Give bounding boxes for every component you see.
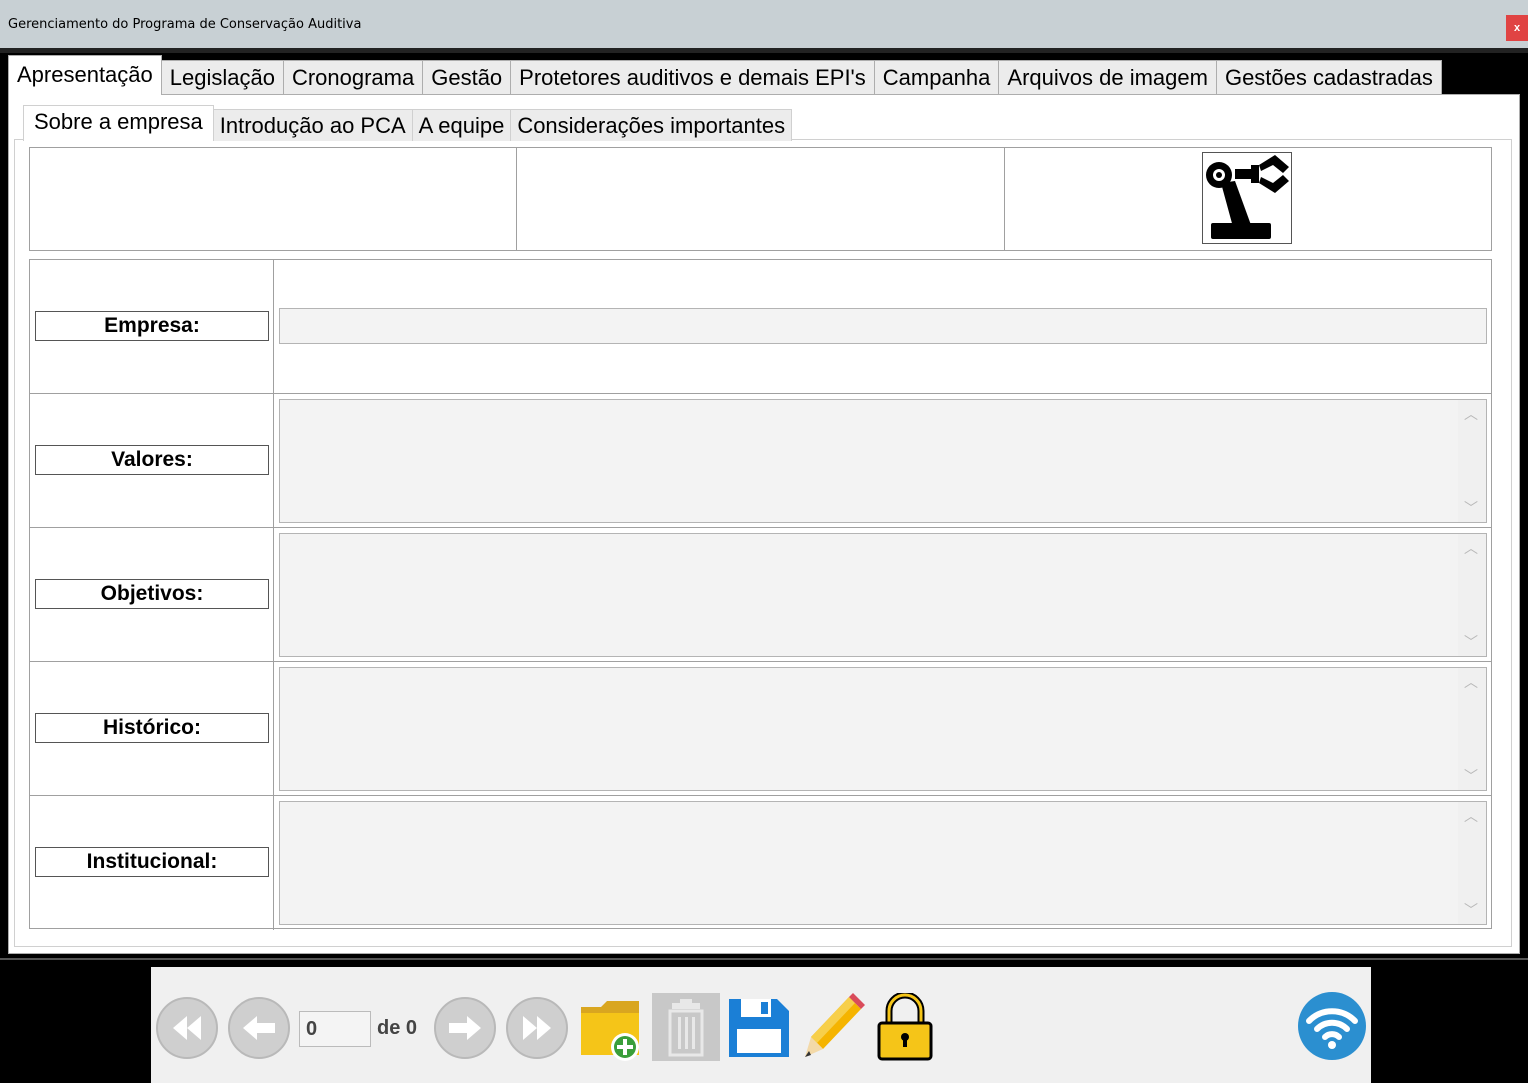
historico-label: Histórico: [35, 713, 269, 743]
tab-campanha[interactable]: Campanha [873, 60, 1000, 95]
valores-label: Valores: [35, 445, 269, 475]
objetivos-scrollbar[interactable]: ︿ ﹀ [1458, 534, 1486, 656]
bottom-separator [0, 955, 1528, 965]
tab-cronograma[interactable]: Cronograma [282, 60, 424, 95]
scroll-up-icon[interactable]: ︿ [1464, 404, 1478, 424]
label-cell-historico: Histórico: [30, 662, 274, 795]
header-cell-middle [517, 148, 1005, 250]
tab-arquivos-de-imagem[interactable]: Arquivos de imagem [998, 60, 1217, 95]
next-record-button[interactable] [433, 996, 497, 1060]
next-record-icon [434, 997, 496, 1059]
record-count-label: de 0 [377, 1017, 418, 1039]
tab-legislacao[interactable]: Legislação [160, 60, 284, 95]
scroll-down-icon[interactable]: ﹀ [1464, 498, 1478, 518]
historico-textarea[interactable]: ︿ ﹀ [279, 667, 1487, 791]
form-row-valores: Valores: ︿ ﹀ [30, 394, 1491, 528]
scroll-up-icon[interactable]: ︿ [1464, 672, 1478, 692]
save-icon [729, 999, 789, 1057]
first-record-icon [156, 997, 218, 1059]
scroll-up-icon[interactable]: ︿ [1464, 806, 1478, 826]
last-record-button[interactable] [505, 996, 569, 1060]
connection-button[interactable] [1297, 991, 1367, 1066]
main-tab-strip: Apresentação Legislação Cronograma Gestã… [8, 55, 1442, 95]
form-row-institucional: Institucional: ︿ ﹀ [30, 796, 1491, 930]
main-panel: Sobre a empresa Introdução ao PCA A equi… [8, 94, 1520, 954]
tab-a-equipe[interactable]: A equipe [411, 109, 512, 141]
scroll-down-icon[interactable]: ﹀ [1464, 632, 1478, 652]
bottom-separator-line [0, 958, 1528, 960]
title-separator [0, 48, 1528, 53]
sub-tab-strip: Sobre a empresa Introdução ao PCA A equi… [23, 105, 793, 141]
empresa-label: Empresa: [35, 311, 269, 341]
objetivos-label: Objetivos: [35, 579, 269, 609]
save-record-button[interactable] [725, 993, 793, 1066]
header-cell-right [1005, 148, 1491, 250]
empresa-field[interactable] [279, 308, 1487, 344]
tab-apresentacao[interactable]: Apresentação [8, 55, 162, 95]
tab-protetores-auditivos[interactable]: Protetores auditivos e demais EPI's [510, 60, 875, 95]
label-cell-valores: Valores: [30, 394, 274, 527]
edit-record-button[interactable] [801, 993, 865, 1068]
historico-scrollbar[interactable]: ︿ ﹀ [1458, 668, 1486, 790]
record-index-field[interactable]: 0 [299, 1011, 371, 1047]
new-record-button[interactable] [577, 993, 645, 1068]
header-cell-left [30, 148, 518, 250]
record-toolbar: 0 de 0 [151, 967, 1371, 1083]
company-form: Empresa: Valores: ︿ ﹀ Objetivos: ︿ ﹀ His… [29, 259, 1492, 930]
form-row-historico: Histórico: ︿ ﹀ [30, 662, 1491, 796]
tab-sobre-a-empresa[interactable]: Sobre a empresa [23, 105, 214, 141]
previous-record-icon [228, 997, 290, 1059]
lock-button[interactable] [873, 991, 937, 1068]
tab-gestao[interactable]: Gestão [422, 60, 512, 95]
header-table [29, 147, 1492, 251]
institucional-label: Institucional: [35, 847, 269, 877]
scroll-down-icon[interactable]: ﹀ [1464, 766, 1478, 786]
first-record-button[interactable] [155, 996, 219, 1060]
close-button[interactable]: x [1506, 15, 1528, 41]
window-title: Gerenciamento do Programa de Conservação… [8, 17, 362, 32]
last-record-icon [506, 997, 568, 1059]
institucional-scrollbar[interactable]: ︿ ﹀ [1458, 802, 1486, 924]
trash-icon [668, 999, 704, 1057]
delete-record-button[interactable] [652, 993, 720, 1061]
form-row-objetivos: Objetivos: ︿ ﹀ [30, 528, 1491, 662]
label-cell-objetivos: Objetivos: [30, 528, 274, 661]
tab-introducao-ao-pca[interactable]: Introdução ao PCA [212, 109, 413, 141]
form-row-empresa: Empresa: [30, 260, 1491, 394]
label-cell-empresa: Empresa: [30, 260, 274, 393]
robot-arm-icon[interactable] [1201, 152, 1292, 244]
scroll-down-icon[interactable]: ﹀ [1464, 900, 1478, 920]
label-cell-institucional: Institucional: [30, 796, 274, 930]
wifi-icon [1298, 992, 1366, 1060]
tab-gestoes-cadastradas[interactable]: Gestões cadastradas [1215, 60, 1442, 95]
tab-consideracoes-importantes[interactable]: Considerações importantes [510, 109, 793, 141]
pencil-icon [805, 993, 865, 1057]
institucional-textarea[interactable]: ︿ ﹀ [279, 801, 1487, 925]
title-bar: Gerenciamento do Programa de Conservação… [0, 0, 1528, 48]
previous-record-button[interactable] [227, 996, 291, 1060]
lock-icon [877, 991, 933, 1061]
new-folder-icon [581, 1001, 639, 1061]
valores-textarea[interactable]: ︿ ﹀ [279, 399, 1487, 523]
valores-scrollbar[interactable]: ︿ ﹀ [1458, 400, 1486, 522]
scroll-up-icon[interactable]: ︿ [1464, 538, 1478, 558]
objetivos-textarea[interactable]: ︿ ﹀ [279, 533, 1487, 657]
